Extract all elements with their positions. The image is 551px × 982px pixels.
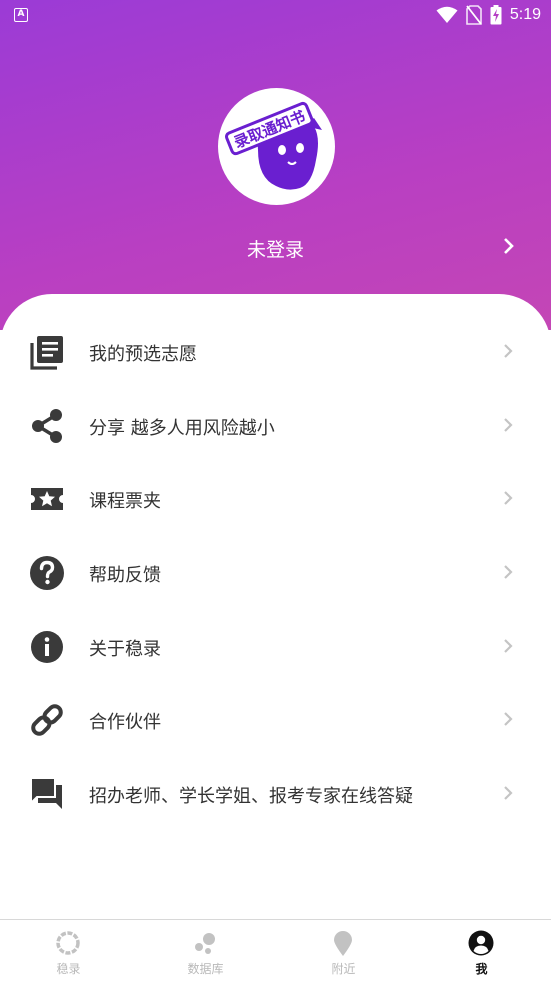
list-document-icon bbox=[30, 336, 63, 370]
chevron-right-icon bbox=[504, 786, 513, 800]
chevron-right-icon bbox=[504, 344, 513, 358]
link-icon bbox=[31, 704, 63, 736]
tab-label: 稳录 bbox=[56, 962, 81, 976]
tab-database[interactable]: 数据库 bbox=[137, 920, 274, 982]
profile-header: A 5:19 录取通知书 未登录 bbox=[0, 0, 551, 330]
menu-item-preselected-choices[interactable]: 我的预选志愿 bbox=[0, 316, 551, 389]
wifi-icon bbox=[436, 6, 458, 23]
tab-label: 附近 bbox=[331, 962, 356, 976]
ring-icon bbox=[56, 931, 80, 955]
share-icon bbox=[32, 409, 62, 443]
mascot-logo: 录取通知书 bbox=[225, 101, 322, 190]
menu-item-label: 课程票夹 bbox=[89, 491, 161, 512]
chat-icon bbox=[30, 777, 62, 809]
login-row[interactable]: 未登录 bbox=[0, 225, 551, 269]
tab-nearby[interactable]: 附近 bbox=[275, 920, 412, 982]
menu-item-course-tickets[interactable]: 课程票夹 bbox=[0, 463, 551, 536]
status-time: 5:19 bbox=[509, 6, 541, 23]
menu-card: 我的预选志愿 分享 越多人用风险越小 课程票夹 帮助反馈 关于稳录 合作伙伴 招… bbox=[0, 294, 551, 919]
chevron-right-icon bbox=[504, 491, 513, 505]
login-status-label: 未登录 bbox=[246, 239, 304, 261]
menu-item-label: 招办老师、学长学姐、报考专家在线答疑 bbox=[89, 786, 413, 807]
chevron-right-icon bbox=[504, 238, 514, 254]
location-pin-icon bbox=[334, 931, 352, 956]
tab-wenlu[interactable]: 稳录 bbox=[0, 920, 137, 982]
tab-me[interactable]: 我 bbox=[413, 920, 550, 982]
menu-item-help-feedback[interactable]: 帮助反馈 bbox=[0, 537, 551, 610]
no-sim-icon bbox=[466, 5, 482, 25]
menu-item-label: 关于稳录 bbox=[89, 639, 161, 660]
bubbles-icon bbox=[195, 933, 215, 954]
status-bar: A 5:19 bbox=[0, 0, 551, 32]
ticket-star-icon bbox=[31, 488, 63, 510]
user-icon bbox=[468, 930, 494, 956]
menu-item-label: 帮助反馈 bbox=[89, 565, 161, 586]
menu-item-label: 合作伙伴 bbox=[89, 712, 161, 733]
menu-item-share[interactable]: 分享 越多人用风险越小 bbox=[0, 390, 551, 463]
chevron-right-icon bbox=[504, 418, 513, 432]
battery-charging-icon bbox=[490, 5, 502, 25]
status-icons: 5:19 bbox=[436, 5, 541, 25]
chevron-right-icon bbox=[504, 565, 513, 579]
info-icon bbox=[31, 631, 63, 663]
menu-item-label: 我的预选志愿 bbox=[89, 344, 197, 365]
chevron-right-icon bbox=[504, 712, 513, 726]
app-notification-icon: A bbox=[14, 8, 28, 22]
help-circle-icon bbox=[30, 556, 64, 590]
menu-item-label: 分享 越多人用风险越小 bbox=[89, 418, 275, 439]
chevron-right-icon bbox=[504, 639, 513, 653]
tab-label: 数据库 bbox=[187, 962, 224, 976]
avatar[interactable]: 录取通知书 bbox=[218, 88, 335, 205]
tab-label: 我 bbox=[475, 962, 488, 976]
menu-item-partners[interactable]: 合作伙伴 bbox=[0, 684, 551, 757]
menu-item-about[interactable]: 关于稳录 bbox=[0, 611, 551, 684]
bottom-tab-bar: 稳录 数据库 附近 我 bbox=[0, 919, 551, 982]
menu-item-online-qa[interactable]: 招办老师、学长学姐、报考专家在线答疑 bbox=[0, 758, 551, 831]
